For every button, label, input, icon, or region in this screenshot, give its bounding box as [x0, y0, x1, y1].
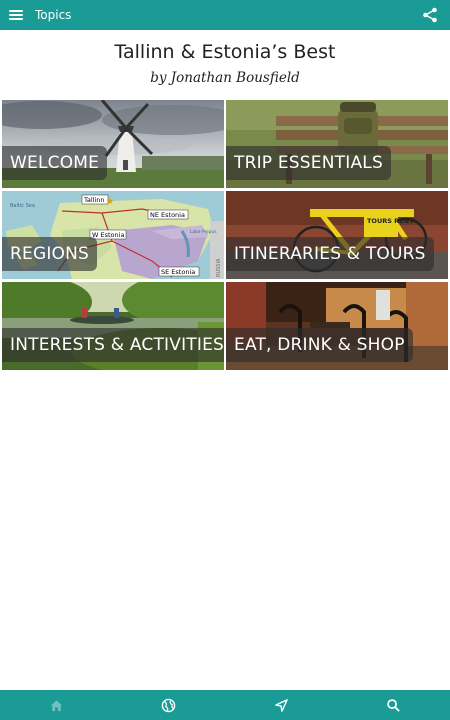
- top-app-bar: Topics: [0, 0, 450, 30]
- nav-home-button[interactable]: [0, 690, 113, 720]
- share-icon[interactable]: [422, 7, 438, 23]
- tile-label-box: REGIONS: [2, 237, 98, 271]
- book-author: by Jonathan Bousfield: [150, 70, 300, 86]
- nav-globe-button[interactable]: [113, 690, 226, 720]
- tile-label-box: WELCOME: [2, 146, 108, 180]
- map-label-lake-peipus: Lake Peipus: [190, 229, 217, 235]
- map-label-russia: RUSSIA: [216, 258, 222, 277]
- tile-label-box: INTERESTS & ACTIVITIES: [2, 328, 224, 362]
- map-label-ne-estonia: NE Estonia: [150, 211, 185, 219]
- tile-label-itineraries-tours: ITINERARIES & TOURS: [234, 244, 426, 264]
- star-icon: ★: [106, 197, 114, 207]
- tile-label-welcome: WELCOME: [10, 153, 100, 173]
- tile-regions[interactable]: Tallinn NE Estonia W Estonia SE Estonia …: [2, 191, 224, 279]
- topbar-title: Topics: [35, 8, 72, 22]
- tile-label-interests-activities: INTERESTS & ACTIVITIES: [10, 335, 224, 355]
- tile-label-trip-essentials: TRIP ESSENTIALS: [234, 153, 383, 173]
- tile-interests-activities[interactable]: INTERESTS & ACTIVITIES: [2, 282, 224, 370]
- book-title: Tallinn & Estonia’s Best: [114, 41, 336, 63]
- nav-directions-button[interactable]: [225, 690, 338, 720]
- bike-sign-text: TOURS RENT: [367, 217, 414, 225]
- tile-label-box: ITINERARIES & TOURS: [226, 237, 434, 271]
- nav-search-button[interactable]: [338, 690, 450, 720]
- navigation-arrow-icon: [274, 698, 288, 712]
- tile-label-eat-drink-shop: EAT, DRINK & SHOP: [234, 335, 405, 355]
- hamburger-menu-icon: [9, 10, 23, 20]
- tile-label-box: TRIP ESSENTIALS: [226, 146, 391, 180]
- tile-itineraries-tours[interactable]: TOURS RENT ITINERARIES & TOURS: [226, 191, 448, 279]
- map-label-w-estonia: W Estonia: [92, 231, 124, 239]
- globe-icon: [161, 698, 176, 712]
- tile-trip-essentials[interactable]: TRIP ESSENTIALS: [226, 100, 448, 188]
- tile-label-box: EAT, DRINK & SHOP: [226, 328, 413, 362]
- home-icon: [50, 699, 62, 711]
- app-screen: Topics Tallinn & Estonia’s Best by Jonat…: [0, 0, 450, 720]
- map-label-se-estonia: SE Estonia: [161, 268, 195, 276]
- tile-label-regions: REGIONS: [10, 244, 90, 264]
- map-label-baltic-sea: Baltic Sea: [10, 203, 35, 209]
- tile-eat-drink-shop[interactable]: EAT, DRINK & SHOP: [226, 282, 448, 370]
- search-icon: [387, 698, 401, 712]
- bottom-navigation-bar: [0, 690, 450, 720]
- tile-welcome[interactable]: WELCOME: [2, 100, 224, 188]
- menu-button[interactable]: [1, 0, 31, 30]
- map-label-tallinn: Tallinn: [83, 196, 105, 204]
